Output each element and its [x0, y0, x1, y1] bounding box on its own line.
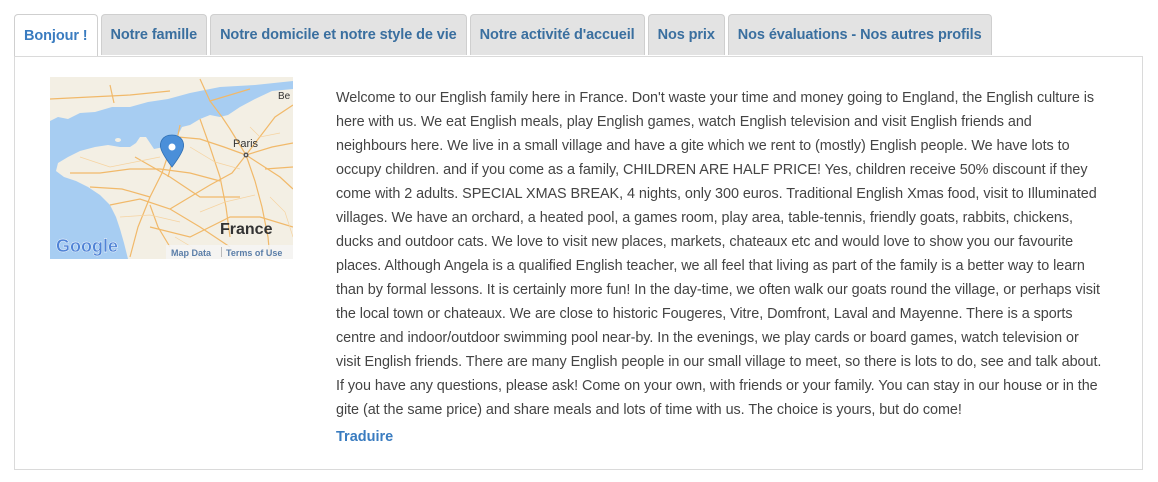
map-country-label: France — [220, 221, 273, 238]
tab-bar: Bonjour ! Notre famille Notre domicile e… — [14, 14, 995, 57]
tab-evaluations[interactable]: Nos évaluations - Nos autres profils — [727, 14, 992, 55]
tab-nos-prix[interactable]: Nos prix — [647, 14, 725, 55]
translate-link[interactable]: Traduire — [336, 429, 393, 445]
tab-bonjour[interactable]: Bonjour ! — [14, 14, 98, 57]
map-attribution-divider — [221, 247, 222, 257]
tab-notre-domicile[interactable]: Notre domicile et notre style de vie — [210, 14, 467, 55]
map-city-label: Paris — [233, 138, 259, 150]
map-island — [115, 138, 121, 142]
terms-of-use-link[interactable]: Terms of Use — [226, 248, 282, 258]
tab-notre-famille[interactable]: Notre famille — [100, 14, 208, 55]
tab-activite-accueil[interactable]: Notre activité d'accueil — [469, 14, 645, 55]
map-edge-label: Be — [278, 91, 291, 102]
google-logo: Google — [56, 236, 118, 256]
location-map[interactable]: Paris Be France Google Map Data Terms of… — [50, 77, 293, 259]
tab-panel: Paris Be France Google Map Data Terms of… — [14, 56, 1143, 470]
map-data-link[interactable]: Map Data — [171, 248, 212, 258]
description-text: Welcome to our English family here in Fr… — [336, 90, 1102, 418]
map-city-dot-inner — [245, 154, 247, 156]
